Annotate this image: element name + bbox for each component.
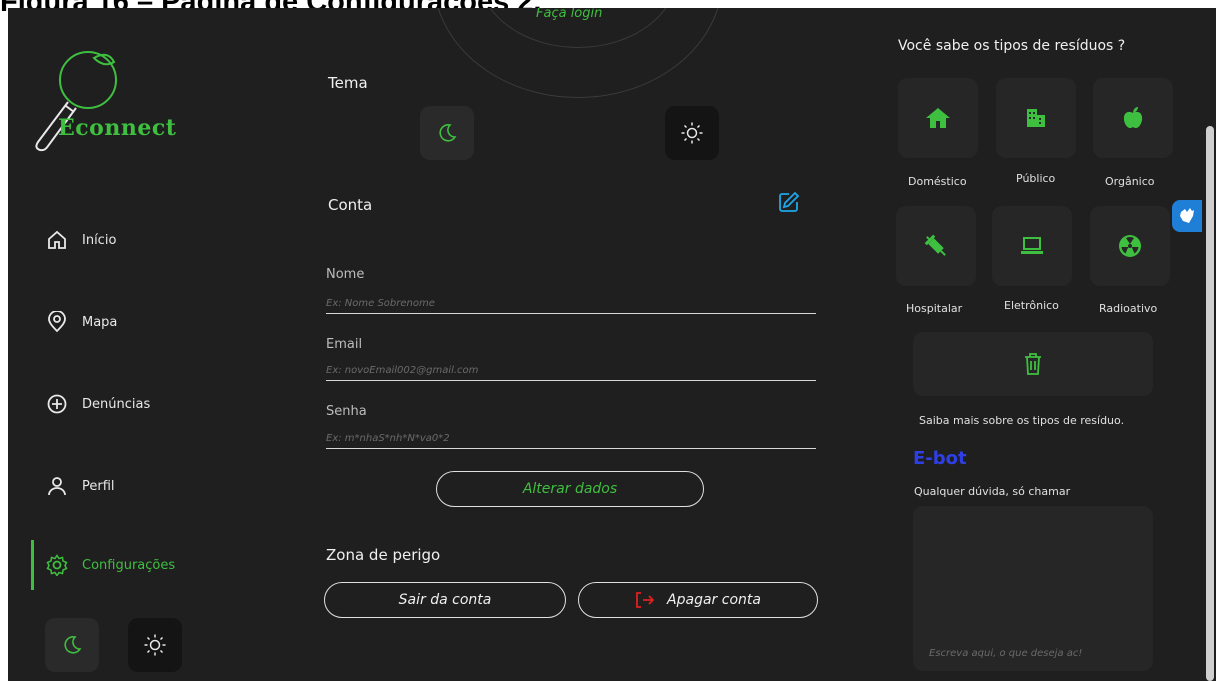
sidebar-light-theme-button[interactable] [128,618,182,672]
user-icon [46,475,68,497]
update-data-label: Alterar dados [522,481,618,497]
tile-domestico[interactable] [898,78,978,158]
sidebar-item-denuncias[interactable]: Denúncias [46,389,150,419]
label-hospitalar: Hospitalar [906,302,963,315]
account-title: Conta [328,196,373,214]
sidebar-item-label: Denúncias [82,396,151,412]
plus-circle-icon [46,393,68,415]
moon-icon [64,636,82,654]
moon-icon [439,124,457,142]
name-input[interactable] [326,294,816,314]
sign-language-icon [1180,208,1194,223]
password-input[interactable] [326,429,816,449]
danger-zone-title: Zona de perigo [326,546,441,564]
sidebar-item-label: Perfil [82,478,115,494]
tile-organico[interactable] [1093,78,1173,158]
ebot-title: E-bot [913,448,967,469]
apple-icon [1123,107,1143,129]
label-publico: Público [1016,172,1056,185]
logout-button[interactable]: Sair da conta [324,582,566,618]
sidebar-item-configuracoes[interactable]: Configurações [46,550,175,580]
tile-hospitalar[interactable] [896,206,976,286]
sidebar-item-inicio[interactable]: Início [46,225,116,255]
accessibility-button[interactable] [1172,200,1202,232]
delete-account-button[interactable]: Apagar conta [578,582,818,618]
sun-icon [681,122,703,144]
dark-theme-button[interactable] [420,106,474,160]
label-domestico: Doméstico [908,175,967,188]
house-icon [926,108,950,128]
theme-title: Tema [328,74,368,92]
syringe-icon [924,234,946,256]
tile-publico[interactable] [996,78,1076,158]
delete-account-label: Apagar conta [667,592,761,608]
sun-icon [144,634,166,656]
password-label: Senha [326,404,367,419]
sidebar-item-perfil[interactable]: Perfil [46,471,115,501]
ebot-chat-box [913,506,1153,671]
scrollbar[interactable] [1206,126,1214,681]
waste-types-title: Você sabe os tipos de resíduos ? [898,38,1126,54]
sidebar-item-label: Mapa [82,314,118,330]
edit-icon [779,191,800,212]
ebot-chat-input[interactable] [929,648,1139,659]
gear-icon [46,554,68,576]
ebot-subtitle: Qualquer dúvida, só chamar [914,485,1071,498]
email-label: Email [326,337,363,352]
name-label: Nome [326,267,365,282]
sidebar-item-label: Configurações [82,557,176,573]
app-window: Faça login Econnect Início Mapa Denúncia… [8,8,1216,681]
login-link[interactable]: Faça login [536,8,602,21]
laptop-icon [1021,237,1043,254]
label-radioativo: Radioativo [1099,302,1158,315]
waste-more-link[interactable]: Saiba mais sobre os tipos de resíduo. [919,414,1124,427]
buildings-icon [1027,109,1045,127]
sidebar-item-label: Início [82,232,117,248]
map-pin-icon [46,311,68,333]
radiation-icon [1119,235,1141,257]
update-data-button[interactable]: Alterar dados [436,471,704,507]
tile-radioativo[interactable] [1090,206,1170,286]
active-indicator [31,540,34,590]
tile-eletronico[interactable] [992,206,1072,286]
trash-icon [1025,353,1041,375]
label-organico: Orgânico [1105,175,1155,188]
label-eletronico: Eletrônico [1004,299,1059,312]
sidebar-item-mapa[interactable]: Mapa [46,307,117,337]
email-input[interactable] [326,361,816,381]
home-icon [46,229,68,251]
light-theme-button[interactable] [665,106,719,160]
exit-icon [635,591,655,609]
logout-label: Sair da conta [398,592,492,608]
waste-info-button[interactable] [913,332,1153,396]
edit-account-button[interactable] [778,191,802,215]
sidebar-dark-theme-button[interactable] [45,618,99,672]
brand-name: Econnect [58,115,177,141]
